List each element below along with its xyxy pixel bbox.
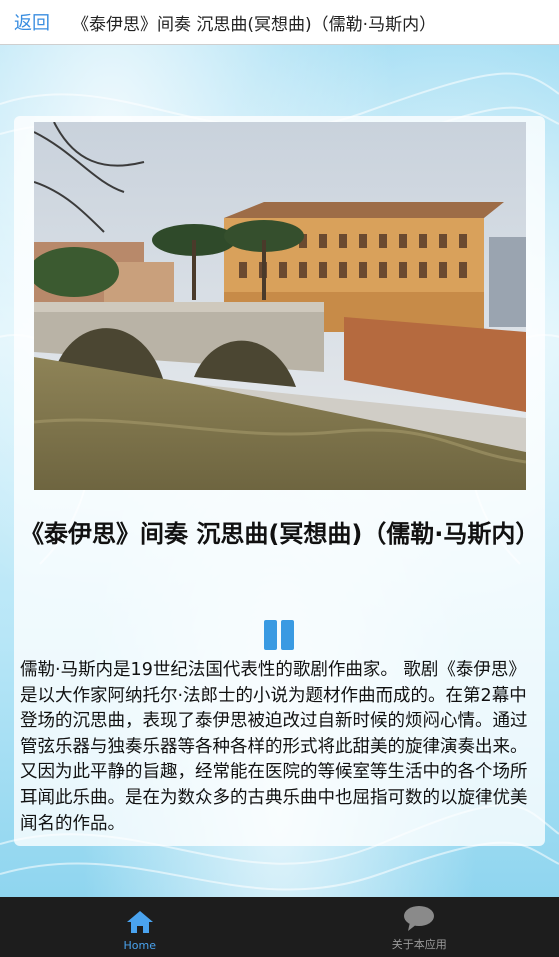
pause-button[interactable] [262,618,296,652]
tab-home[interactable]: Home [0,897,280,957]
song-description: 儒勒·马斯内是19世纪法国代表性的歌剧作曲家。 歌剧《泰伊思》是以大作家阿纳托尔… [20,660,528,834]
home-icon [126,911,153,933]
chat-bubble-icon [404,906,435,931]
bottom-tab-bar: Home 关于本应用 [0,897,559,957]
tab-about-label: 关于本应用 [391,938,447,951]
back-button[interactable]: 返回 [14,9,50,35]
header-bar: 返回 《泰伊思》间奏 沉思曲(冥想曲)（儒勒·马斯内） [0,0,559,45]
page-title: 《泰伊思》间奏 沉思曲(冥想曲)（儒勒·马斯内） [72,14,437,35]
tab-about[interactable]: 关于本应用 [280,897,559,957]
song-title: 《泰伊思》间奏 沉思曲(冥想曲)（儒勒·马斯内） [20,520,540,548]
tab-home-label: Home [123,939,156,952]
photo [34,122,526,490]
